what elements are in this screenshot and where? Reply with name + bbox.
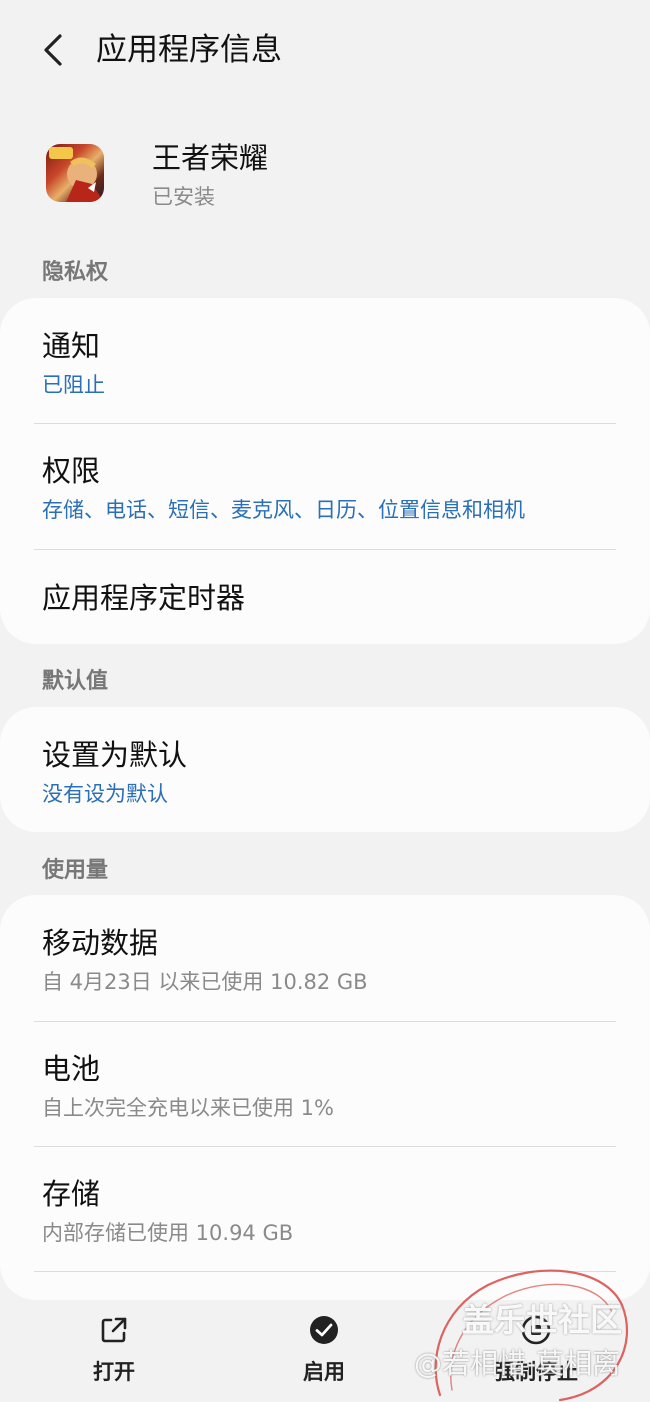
section-label-usage: 使用量: [42, 858, 109, 883]
section-label-privacy: 隐私权: [42, 260, 109, 285]
mobile-data-usage: 自 4月23日 以来已使用 10.82 GB: [42, 970, 368, 994]
header-bar: 应用程序信息: [0, 0, 650, 100]
battery-row[interactable]: 电池 自上次完全充电以来已使用 1%: [0, 1022, 650, 1146]
usage-card: 移动数据 自 4月23日 以来已使用 10.82 GB 电池 自上次完全充电以来…: [0, 895, 650, 1300]
app-timer-title: 应用程序定时器: [42, 581, 246, 615]
storage-row[interactable]: 存储 内部存储已使用 10.94 GB: [0, 1147, 650, 1271]
defaults-card: 设置为默认 没有设为默认: [0, 707, 650, 832]
app-header: 王者荣耀 已安装: [0, 120, 650, 230]
set-default-status: 没有设为默认: [42, 782, 168, 806]
open-external-icon: [101, 1317, 127, 1343]
set-default-title: 设置为默认: [42, 738, 188, 772]
open-label: 打开: [93, 1360, 135, 1384]
bottom-action-bar: 打开 启用 强制停止: [0, 1300, 650, 1402]
battery-title: 电池: [42, 1052, 101, 1086]
page-title: 应用程序信息: [96, 32, 282, 68]
chevron-left-icon: [44, 34, 62, 66]
permissions-row[interactable]: 权限 存储、电话、短信、麦克风、日历、位置信息和相机: [0, 424, 650, 548]
privacy-card: 通知 已阻止 权限 存储、电话、短信、麦克风、日历、位置信息和相机 应用程序定时…: [0, 298, 650, 644]
stop-icon: [521, 1315, 551, 1345]
notifications-title: 通知: [42, 329, 101, 363]
check-circle-icon: [310, 1316, 338, 1344]
mobile-data-row[interactable]: 移动数据 自 4月23日 以来已使用 10.82 GB: [0, 895, 650, 1021]
permissions-summary: 存储、电话、短信、麦克风、日历、位置信息和相机: [42, 498, 525, 522]
notifications-row[interactable]: 通知 已阻止: [0, 298, 650, 423]
section-label-defaults: 默认值: [42, 669, 109, 694]
storage-usage: 内部存储已使用 10.94 GB: [42, 1221, 294, 1245]
app-icon: [46, 144, 104, 202]
enable-button[interactable]: 启用: [264, 1314, 384, 1394]
app-name: 王者荣耀: [152, 141, 269, 175]
force-stop-label: 强制停止: [494, 1360, 578, 1384]
app-timer-row[interactable]: 应用程序定时器: [0, 550, 650, 644]
set-default-row[interactable]: 设置为默认 没有设为默认: [0, 707, 650, 832]
mobile-data-title: 移动数据: [42, 926, 159, 960]
enable-label: 启用: [303, 1360, 345, 1384]
app-install-status: 已安装: [152, 185, 215, 209]
force-stop-button[interactable]: 强制停止: [476, 1314, 596, 1394]
storage-title: 存储: [42, 1177, 101, 1211]
divider: [34, 1271, 616, 1272]
battery-usage: 自上次完全充电以来已使用 1%: [42, 1096, 334, 1120]
notifications-status: 已阻止: [42, 373, 105, 397]
back-button[interactable]: [34, 26, 78, 74]
permissions-title: 权限: [42, 454, 101, 488]
open-button[interactable]: 打开: [54, 1314, 174, 1394]
